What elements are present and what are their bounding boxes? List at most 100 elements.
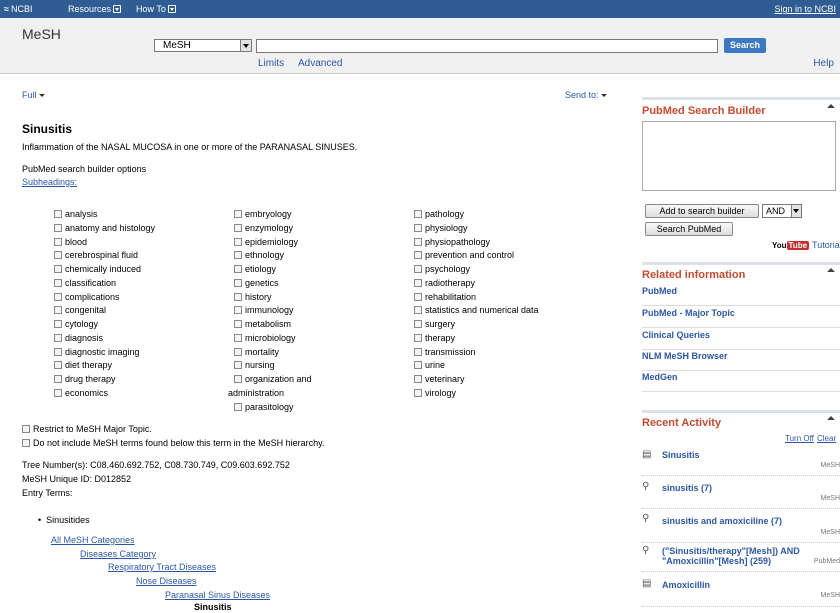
checkbox[interactable] <box>414 320 422 328</box>
subheading-checkbox[interactable]: genetics <box>234 277 312 291</box>
youtube-tutorial-link[interactable]: You Tube Tutorial <box>772 240 840 250</box>
checkbox[interactable] <box>414 375 422 383</box>
related-link-medgen[interactable]: MedGen <box>642 371 840 392</box>
subheading-checkbox[interactable]: transmission <box>414 346 539 360</box>
ncbi-logo[interactable]: ≈ NCBI <box>4 4 32 14</box>
database-select[interactable]: MeSH <box>154 39 252 52</box>
search-builder-textarea[interactable] <box>642 121 836 191</box>
subheading-checkbox[interactable]: etiology <box>234 263 312 277</box>
boolean-operator-select[interactable]: AND <box>762 204 802 218</box>
checkbox[interactable] <box>234 306 242 315</box>
recent-activity-item[interactable]: ▤ Amoxicillin MeSH <box>642 577 840 607</box>
subheadings-link[interactable]: Subheadings: <box>22 177 77 187</box>
subheading-checkbox[interactable]: cytology <box>54 318 155 332</box>
sign-in-link[interactable]: Sign in to NCBI <box>774 4 836 14</box>
recent-activity-item[interactable]: ⚲ sinusitis and amoxiciline (7) MeSH <box>642 513 840 543</box>
checkbox[interactable] <box>54 292 62 301</box>
checkbox[interactable] <box>54 361 62 370</box>
related-link-pubmed-major-topic[interactable]: PubMed - Major Topic <box>642 307 840 328</box>
subheading-checkbox[interactable]: virology <box>414 387 539 401</box>
checkbox[interactable] <box>414 361 422 370</box>
subheading-checkbox[interactable]: statistics and numerical data <box>414 304 539 318</box>
subheading-checkbox[interactable]: chemically induced <box>54 263 155 277</box>
subheading-checkbox[interactable]: history <box>234 291 312 305</box>
subheading-checkbox[interactable]: immunology <box>234 304 312 318</box>
checkbox[interactable] <box>414 237 422 246</box>
subheading-checkbox[interactable]: mortality <box>234 346 312 360</box>
collapse-icon[interactable] <box>826 416 836 422</box>
checkbox[interactable] <box>234 292 242 301</box>
tree-link-nose-diseases[interactable]: Nose Diseases <box>136 576 197 586</box>
tree-link-paranasal-sinus-diseases[interactable]: Paranasal Sinus Diseases <box>165 590 270 600</box>
checkbox[interactable] <box>234 320 242 328</box>
add-to-search-builder-button[interactable]: Add to search builder <box>645 204 759 218</box>
collapse-icon[interactable] <box>826 104 836 110</box>
subheading-checkbox[interactable]: diet therapy <box>54 359 155 373</box>
checkbox[interactable] <box>54 251 62 260</box>
tree-link-all-categories[interactable]: All MeSH Categories <box>51 535 135 545</box>
subheading-checkbox[interactable]: therapy <box>414 332 539 346</box>
checkbox[interactable] <box>414 347 422 356</box>
checkbox[interactable] <box>414 306 422 315</box>
checkbox[interactable] <box>234 278 242 287</box>
recent-activity-item[interactable]: ⚲ sinusitis (7) MeSH <box>642 481 840 509</box>
turn-off-link[interactable]: Turn Off <box>785 434 814 443</box>
subheading-checkbox[interactable]: complications <box>54 291 155 305</box>
checkbox[interactable] <box>22 425 30 433</box>
subheading-checkbox[interactable]: physiology <box>414 222 539 236</box>
subheading-checkbox[interactable]: radiotherapy <box>414 277 539 291</box>
checkbox[interactable] <box>414 251 422 260</box>
checkbox[interactable] <box>54 347 62 356</box>
checkbox[interactable] <box>414 265 422 273</box>
checkbox[interactable] <box>54 278 62 287</box>
checkbox[interactable] <box>54 375 62 383</box>
checkbox[interactable] <box>234 333 242 342</box>
checkbox[interactable] <box>234 265 242 273</box>
related-link-pubmed[interactable]: PubMed <box>642 285 840 306</box>
subheading-checkbox[interactable]: diagnostic imaging <box>54 346 155 360</box>
related-link-clinical-queries[interactable]: Clinical Queries <box>642 329 840 350</box>
checkbox[interactable] <box>54 388 62 397</box>
howto-menu[interactable]: How To <box>136 4 176 14</box>
checkbox[interactable] <box>234 251 242 260</box>
subheading-checkbox[interactable]: economics <box>54 387 155 401</box>
checkbox[interactable] <box>54 306 62 315</box>
checkbox[interactable] <box>414 388 422 397</box>
subheading-checkbox[interactable]: metabolism <box>234 318 312 332</box>
search-pubmed-button[interactable]: Search PubMed <box>645 222 733 236</box>
tree-link-diseases-category[interactable]: Diseases Category <box>80 549 156 559</box>
subheading-checkbox[interactable]: organization and <box>234 373 312 387</box>
checkbox[interactable] <box>414 278 422 287</box>
subheading-checkbox[interactable]: enzymology <box>234 222 312 236</box>
subheading-checkbox[interactable]: nursing <box>234 359 312 373</box>
checkbox[interactable] <box>54 265 62 273</box>
checkbox[interactable] <box>54 333 62 342</box>
search-button[interactable]: Search <box>724 38 766 53</box>
checkbox[interactable] <box>414 333 422 342</box>
subheading-checkbox[interactable]: ethnology <box>234 249 312 263</box>
subheading-checkbox[interactable]: blood <box>54 236 155 250</box>
display-format-menu[interactable]: Full <box>22 90 45 100</box>
checkbox[interactable] <box>234 223 242 232</box>
subheading-checkbox[interactable]: cerebrospinal fluid <box>54 249 155 263</box>
checkbox[interactable] <box>234 210 242 218</box>
checkbox[interactable] <box>54 210 62 218</box>
checkbox[interactable] <box>54 320 62 328</box>
recent-activity-item[interactable]: ⚲ ("Sinusitis/therapy"[Mesh]) AND "Amoxi… <box>642 545 840 572</box>
checkbox[interactable] <box>414 210 422 218</box>
subheading-checkbox[interactable]: drug therapy <box>54 373 155 387</box>
subheading-checkbox[interactable]: physiopathology <box>414 236 539 250</box>
collapse-icon[interactable] <box>826 268 836 274</box>
checkbox[interactable] <box>54 237 62 246</box>
checkbox[interactable] <box>234 402 242 411</box>
subheading-checkbox[interactable]: epidemiology <box>234 236 312 250</box>
exclude-narrower-terms-checkbox[interactable]: Do not include MeSH terms found below th… <box>22 438 324 448</box>
subheading-checkbox[interactable]: surgery <box>414 318 539 332</box>
subheading-checkbox[interactable]: embryology <box>234 208 312 222</box>
subheading-checkbox[interactable]: classification <box>54 277 155 291</box>
search-input[interactable] <box>256 39 718 53</box>
checkbox[interactable] <box>234 237 242 246</box>
recent-activity-item[interactable]: ▤ Sinusitis MeSH <box>642 448 840 476</box>
subheading-checkbox[interactable]: diagnosis <box>54 332 155 346</box>
send-to-menu[interactable]: Send to: <box>565 90 607 100</box>
